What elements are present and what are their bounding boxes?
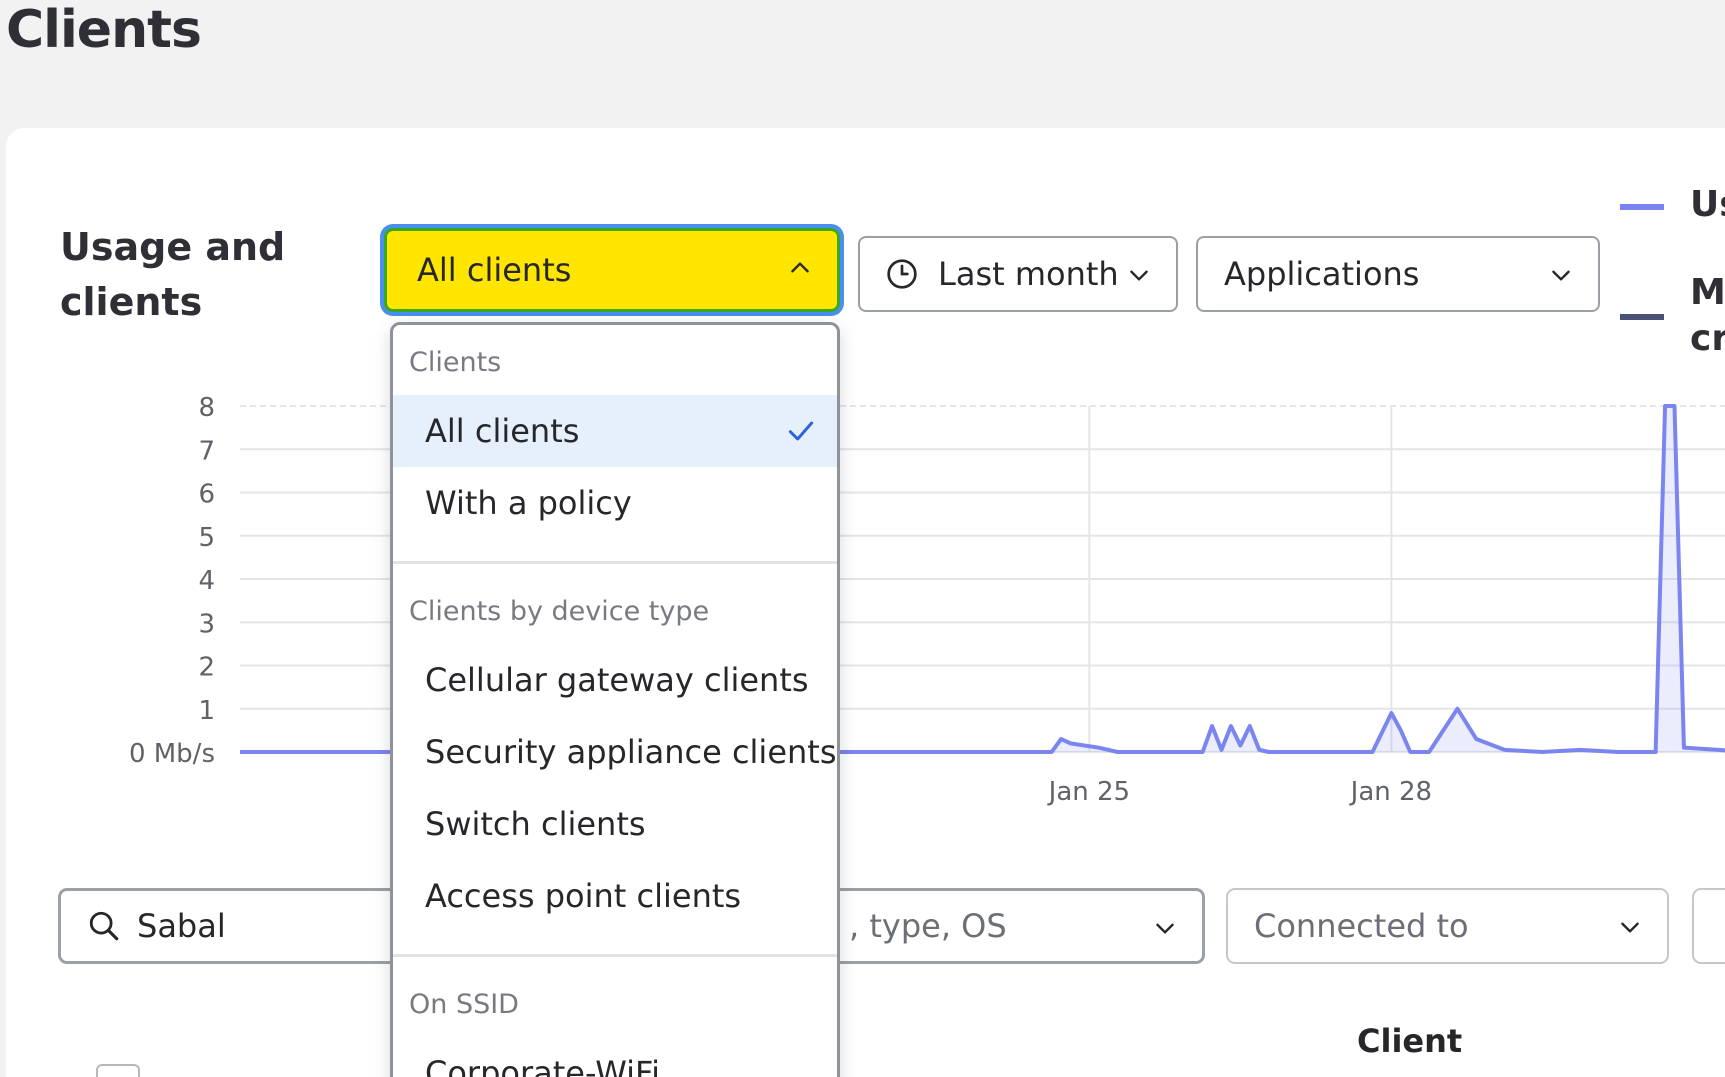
menu-item-label: Switch clients — [425, 805, 646, 843]
y-tick-label: 8 — [198, 393, 215, 423]
legend-label-clients-line2: cr — [1690, 318, 1725, 359]
x-tick-label: Jan 28 — [1349, 777, 1432, 807]
y-tick-label: 4 — [198, 566, 215, 596]
menu-divider — [393, 561, 837, 564]
client-filter-select[interactable]: All clients — [384, 228, 840, 312]
client-filter-menu: Clients All clients With a policy Client… — [390, 322, 840, 1077]
device-type-placeholder: , type, OS — [849, 907, 1007, 945]
chevron-up-icon — [791, 262, 809, 273]
time-range-value: Last month — [938, 255, 1119, 293]
chevron-down-icon — [1552, 270, 1570, 281]
time-range-select[interactable]: Last month — [858, 236, 1178, 312]
menu-divider — [393, 954, 837, 957]
menu-group-ssid: On SSID — [409, 988, 519, 1020]
menu-item-with-policy[interactable]: With a policy — [393, 467, 837, 539]
menu-item-switch[interactable]: Switch clients — [393, 788, 837, 860]
y-tick-label: 3 — [198, 609, 215, 639]
checkmark-icon — [788, 421, 814, 441]
menu-item-cellular-gateway[interactable]: Cellular gateway clients — [393, 644, 837, 716]
usage-section-title: Usage and clients — [60, 225, 286, 324]
clock-icon — [887, 259, 917, 289]
menu-item-access-point[interactable]: Access point clients — [393, 860, 837, 932]
search-icon — [89, 911, 119, 941]
menu-item-label: With a policy — [425, 484, 632, 522]
y-tick-label: 0 Mb/s — [129, 739, 215, 769]
metric-select[interactable]: Applications — [1196, 236, 1600, 312]
menu-item-all-clients[interactable]: All clients — [393, 395, 837, 467]
chevron-down-icon — [1621, 922, 1639, 933]
chevron-down-icon — [1130, 270, 1148, 281]
y-tick-label: 2 — [198, 653, 215, 683]
select-all-checkbox[interactable] — [96, 1064, 140, 1077]
menu-group-device-type: Clients by device type — [409, 595, 710, 627]
menu-item-label: Security appliance clients — [425, 733, 837, 771]
menu-item-label: Cellular gateway clients — [425, 661, 809, 699]
search-value: Sabal — [137, 907, 226, 945]
usage-chart-svg: 0 Mb/s123456782Jan 25Jan 28 — [129, 393, 1725, 807]
connected-to-select[interactable]: Connected to — [1226, 888, 1669, 964]
x-tick-label: Jan 25 — [1047, 777, 1130, 807]
client-filter-value: All clients — [417, 251, 572, 289]
column-header-client[interactable]: Client — [1357, 1022, 1462, 1060]
metric-value: Applications — [1224, 255, 1420, 293]
chevron-down-icon — [1156, 923, 1174, 934]
menu-item-label: All clients — [425, 412, 580, 450]
connected-to-placeholder: Connected to — [1254, 907, 1469, 945]
y-tick-label: 1 — [198, 696, 215, 726]
legend-label-usage: Us — [1690, 184, 1725, 225]
menu-item-label: Corporate-WiFi — [425, 1054, 661, 1077]
menu-item-label: Access point clients — [425, 877, 742, 915]
menu-item-security-appliance[interactable]: Security appliance clients — [393, 716, 837, 788]
device-type-select[interactable]: , type, OS — [780, 888, 1205, 964]
page-title: Clients — [6, 0, 202, 60]
menu-item-corporate-wifi[interactable]: Corporate-WiFi — [393, 1037, 837, 1077]
y-tick-label: 5 — [198, 523, 215, 553]
usage-chart: 0 Mb/s123456782Jan 25Jan 28 — [110, 390, 1725, 810]
legend-swatch-clients — [1620, 314, 1664, 320]
legend-label-clients: M — [1690, 272, 1725, 313]
legend-swatch-usage — [1620, 204, 1664, 210]
y-tick-label: 7 — [198, 436, 215, 466]
y-tick-label: 6 — [198, 480, 215, 510]
menu-group-clients: Clients — [409, 346, 502, 378]
extra-filter-select[interactable] — [1692, 888, 1725, 964]
